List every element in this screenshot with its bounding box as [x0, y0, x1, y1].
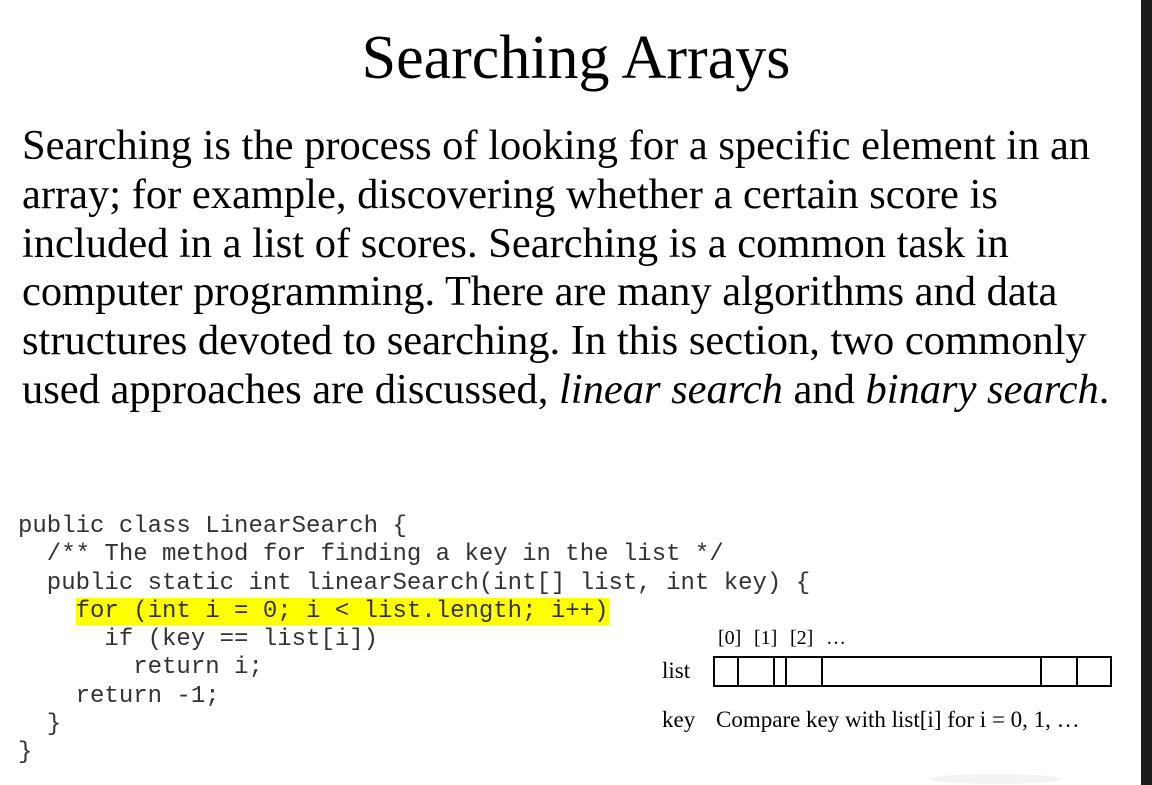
cell-divider	[821, 658, 823, 685]
paragraph-conjunction: and	[782, 365, 855, 413]
code-line-4: for (int i = 0; i < list.length; i++)	[18, 597, 810, 626]
window-edge	[1141, 0, 1152, 785]
code-line-9: }	[18, 739, 33, 767]
code-line-1: public class LinearSearch {	[18, 513, 407, 540]
code-line-5: if (key == list[i])	[18, 626, 379, 654]
slide: Searching Arrays Searching is the proces…	[0, 0, 1141, 785]
code-line-6: return i;	[18, 654, 263, 682]
cell-divider	[785, 658, 787, 685]
background-smudge	[930, 774, 1060, 784]
index-label-0: [0]	[718, 627, 742, 649]
slide-paragraph: Searching is the process of looking for …	[22, 122, 1122, 415]
index-ellipsis: …	[826, 627, 846, 649]
cell-divider	[1040, 658, 1042, 685]
highlighted-for-loop: for (int i = 0; i < list.length; i++)	[75, 597, 609, 625]
slide-title: Searching Arrays	[361, 24, 791, 92]
code-line-2: /** The method for finding a key in the …	[18, 541, 724, 569]
cell-divider	[773, 658, 775, 685]
cell-divider	[737, 658, 739, 685]
compare-caption: Compare key with list[i] for i = 0, 1, …	[716, 707, 1080, 732]
term-binary-search: binary search	[865, 365, 1099, 413]
term-linear-search: linear search	[558, 365, 783, 413]
index-label-1: [1]	[754, 627, 778, 649]
index-label-2: [2]	[790, 627, 814, 649]
key-label: key	[662, 707, 696, 732]
array-cells	[713, 656, 1112, 687]
paragraph-end: .	[1098, 365, 1110, 413]
list-label: list	[662, 658, 691, 683]
cell-divider	[1076, 658, 1078, 685]
code-line-3: public static int linearSearch(int[] lis…	[18, 569, 811, 597]
